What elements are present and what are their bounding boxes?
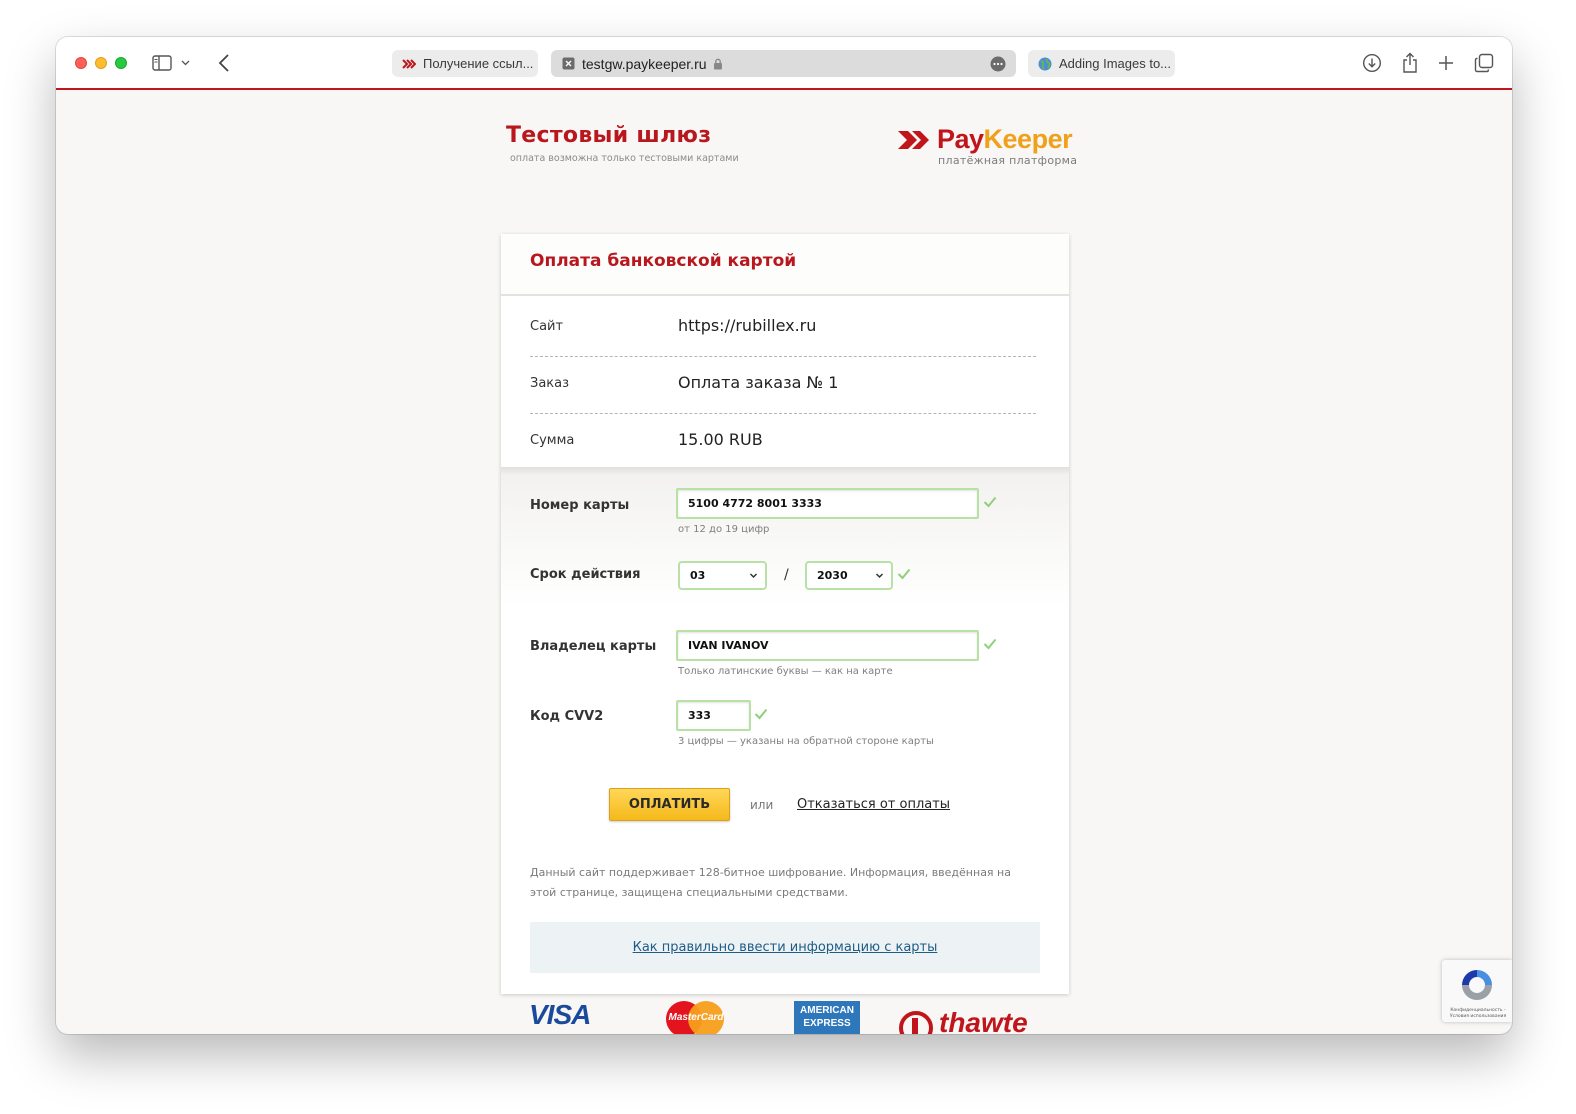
minimize-window-button[interactable] [95, 57, 107, 69]
address-text[interactable]: testgw.paykeeper.ru [582, 56, 707, 72]
more-options-icon[interactable] [990, 56, 1006, 72]
paykeeper-logo: PayKeeper [898, 124, 1073, 155]
amex-text-2: EXPRESS [803, 1018, 851, 1029]
visa-logo: VISA [529, 999, 591, 1030]
valid-check-icon [983, 638, 997, 650]
new-tab-plus-icon[interactable] [1434, 51, 1458, 75]
gateway-title: Тестовый шлюз [506, 123, 712, 148]
holder-hint: Только латинские буквы — как на карте [678, 666, 893, 677]
site-label: Сайт [530, 319, 564, 334]
logo-keeper-text: Keeper [983, 124, 1073, 154]
download-icon[interactable] [1360, 51, 1384, 75]
expiry-month-value: 03 [690, 569, 706, 582]
holder-label: Владелец карты [530, 639, 657, 654]
valid-check-icon [983, 496, 997, 508]
cvv-label: Код CVV2 [530, 709, 604, 724]
card-form: Номер карты 5100 4772 8001 3333 от 12 до… [501, 467, 1069, 994]
share-icon[interactable] [1398, 51, 1422, 75]
security-note: Данный сайт поддерживает 128-битное шифр… [530, 866, 1011, 899]
recaptcha-badge[interactable]: Конфиденциальность - Условия использован… [1442, 960, 1512, 1022]
browser-toolbar: Получение ссыл... testgw.paykeeper.ru Ad… [56, 37, 1512, 90]
expiry-month-select[interactable]: 03 [678, 561, 767, 590]
chevron-down-icon[interactable] [178, 51, 192, 75]
globe-favicon-icon [1038, 57, 1052, 71]
browser-window: Получение ссыл... testgw.paykeeper.ru Ad… [56, 37, 1512, 1034]
tab-label: Получение ссыл... [423, 56, 534, 71]
tab-close-icon[interactable] [561, 57, 575, 71]
chevron-down-icon [749, 573, 758, 579]
cvv-hint: 3 цифры — указаны на обратной стороне ка… [678, 736, 934, 747]
amount-value: 15.00 RUB [678, 430, 763, 449]
thawte-text: thawte [939, 1007, 1028, 1034]
or-text: или [750, 798, 774, 812]
mastercard-text: MasterCard [668, 1012, 724, 1023]
sidebar-icon[interactable] [150, 51, 174, 75]
recaptcha-icon [1462, 970, 1492, 1000]
page-content: Тестовый шлюз оплата возможна только тес… [56, 92, 1512, 1034]
amex-logo: AMERICAN EXPRESS [794, 1001, 860, 1034]
expiry-year-value: 2030 [817, 569, 848, 582]
back-arrow-icon[interactable] [212, 51, 236, 75]
paykeeper-chevrons-icon [898, 130, 929, 149]
mastercard-logo: MasterCard [666, 1001, 726, 1034]
logo-subtitle: платёжная платформа [938, 154, 1078, 167]
valid-check-icon [754, 708, 768, 720]
paykeeper-favicon-icon [402, 57, 416, 71]
card-holder-input[interactable]: IVAN IVANOV [676, 630, 979, 661]
info-row-site: Сайт https://rubillex.ru [530, 298, 1036, 355]
thawte-logo: thawte [899, 1007, 1059, 1034]
tab-testgw[interactable]: testgw.paykeeper.ru [551, 50, 1016, 77]
amex-text-1: AMERICAN [800, 1005, 854, 1016]
card-number-label: Номер карты [530, 498, 630, 513]
site-value: https://rubillex.ru [678, 316, 817, 335]
expiry-label: Срок действия [530, 567, 641, 582]
pay-button[interactable]: ОПЛАТИТЬ [609, 788, 730, 821]
zoom-window-button[interactable] [115, 57, 127, 69]
card-title: Оплата банковской картой [530, 251, 797, 271]
chevron-down-icon [875, 573, 884, 579]
amount-label: Сумма [530, 433, 575, 448]
lock-icon [713, 58, 723, 70]
card-number-input[interactable]: 5100 4772 8001 3333 [676, 488, 979, 519]
gateway-subtitle: оплата возможна только тестовыми картами [510, 153, 739, 164]
close-window-button[interactable] [75, 57, 87, 69]
info-row-amount: Сумма 15.00 RUB [530, 412, 1036, 469]
valid-check-icon [897, 568, 911, 580]
card-number-hint: от 12 до 19 цифр [678, 524, 770, 535]
cvv-input[interactable]: 333 [676, 700, 751, 731]
payment-card: Оплата банковской картой Сайт https://ru… [501, 234, 1069, 994]
expiry-year-select[interactable]: 2030 [805, 561, 893, 590]
order-label: Заказ [530, 376, 570, 391]
help-link[interactable]: Как правильно ввести информацию с карты [633, 940, 938, 955]
tab-adding-images[interactable]: Adding Images to... [1028, 50, 1175, 77]
tab-overview-icon[interactable] [1472, 51, 1496, 75]
recaptcha-text: Конфиденциальность - Условия использован… [1449, 1008, 1507, 1019]
tab-label: Adding Images to... [1059, 56, 1172, 71]
expiry-separator: / [784, 567, 789, 583]
help-box: Как правильно ввести информацию с карты [530, 922, 1040, 973]
info-row-order: Заказ Оплата заказа № 1 [530, 355, 1036, 412]
payment-logos: VISA MasterCard AMERICAN EXPRESS thawte [56, 997, 1512, 1034]
order-value: Оплата заказа № 1 [678, 373, 839, 392]
logo-pay-text: Pay [937, 124, 984, 154]
cancel-payment-link[interactable]: Отказаться от оплаты [797, 797, 950, 812]
tab-paykeeper-link[interactable]: Получение ссыл... [392, 50, 538, 77]
